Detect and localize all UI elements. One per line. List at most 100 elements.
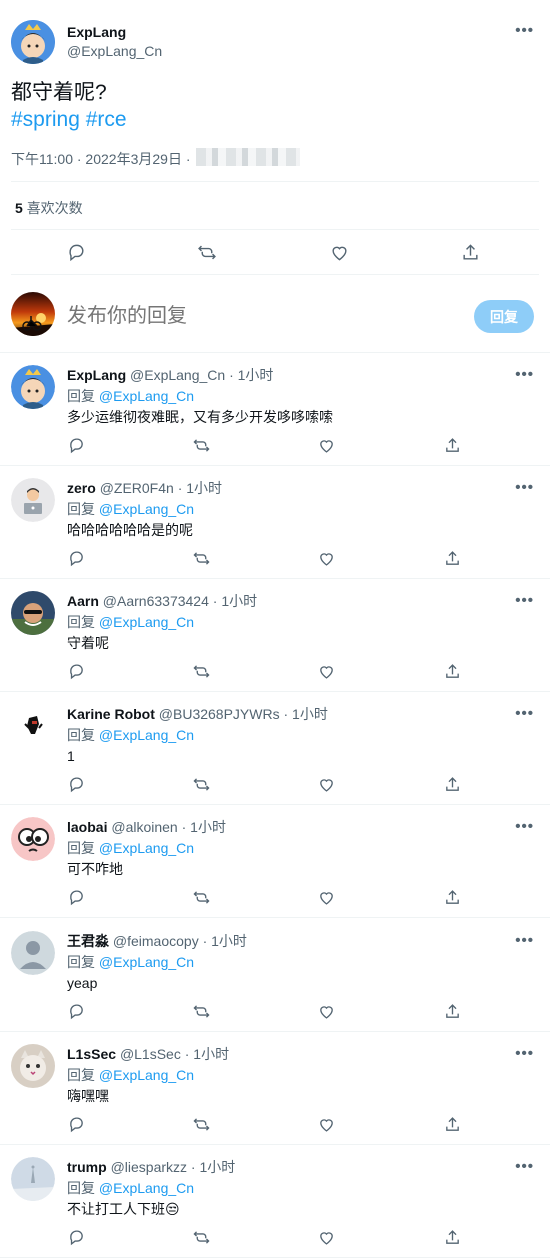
- reply-author-name[interactable]: L1sSec: [67, 1046, 116, 1062]
- author-handle[interactable]: @ExpLang_Cn: [67, 43, 162, 59]
- reply-avatar[interactable]: [11, 478, 55, 522]
- more-options-icon[interactable]: •••: [515, 705, 534, 722]
- reply-author-handle[interactable]: @L1sSec: [120, 1046, 181, 1062]
- reply-icon[interactable]: [66, 242, 86, 262]
- share-icon[interactable]: [442, 548, 462, 568]
- more-options-icon[interactable]: •••: [515, 932, 534, 949]
- more-options-icon[interactable]: •••: [515, 22, 534, 39]
- reply-to-mention[interactable]: @ExpLang_Cn: [99, 1067, 194, 1083]
- hashtag-rce[interactable]: #rce: [86, 108, 127, 131]
- reply-tweet[interactable]: laobai @alkoinen · 1小时 回复 @ExpLang_Cn 可不咋地…: [0, 805, 550, 918]
- more-options-icon[interactable]: •••: [515, 366, 534, 383]
- like-icon[interactable]: [329, 242, 349, 262]
- share-icon[interactable]: [442, 887, 462, 907]
- share-icon[interactable]: [442, 1114, 462, 1134]
- reply-time[interactable]: · 1小时: [191, 1159, 235, 1175]
- share-icon[interactable]: [460, 242, 480, 262]
- reply-to-mention[interactable]: @ExpLang_Cn: [99, 1180, 194, 1196]
- reply-to-mention[interactable]: @ExpLang_Cn: [99, 388, 194, 404]
- reply-avatar[interactable]: [11, 931, 55, 975]
- reply-input[interactable]: [67, 302, 457, 330]
- reply-author-name[interactable]: trump: [67, 1159, 107, 1175]
- reply-time[interactable]: · 1小时: [203, 933, 247, 949]
- reply-button[interactable]: 回复: [474, 300, 534, 333]
- hashtag-spring[interactable]: #spring: [11, 108, 80, 131]
- reply-avatar[interactable]: [11, 704, 55, 748]
- retweet-icon[interactable]: [191, 435, 211, 455]
- likes-stat[interactable]: 5 喜欢次数: [15, 198, 83, 218]
- reply-avatar[interactable]: [11, 591, 55, 635]
- like-icon[interactable]: [316, 1001, 336, 1021]
- share-icon[interactable]: [442, 1227, 462, 1247]
- reply-icon[interactable]: [66, 887, 86, 907]
- reply-to-mention[interactable]: @ExpLang_Cn: [99, 840, 194, 856]
- share-icon[interactable]: [442, 435, 462, 455]
- reply-avatar[interactable]: [11, 365, 55, 409]
- reply-to-mention[interactable]: @ExpLang_Cn: [99, 954, 194, 970]
- reply-avatar[interactable]: [11, 1157, 55, 1201]
- retweet-icon[interactable]: [191, 887, 211, 907]
- reply-icon[interactable]: [66, 1001, 86, 1021]
- retweet-icon[interactable]: [191, 1227, 211, 1247]
- reply-author-handle[interactable]: @liesparkzz: [111, 1159, 187, 1175]
- retweet-icon[interactable]: [191, 548, 211, 568]
- reply-author-name[interactable]: zero: [67, 480, 96, 496]
- reply-author-name[interactable]: ExpLang: [67, 367, 126, 383]
- retweet-icon[interactable]: [191, 1001, 211, 1021]
- reply-to-mention[interactable]: @ExpLang_Cn: [99, 614, 194, 630]
- reply-tweet[interactable]: zero @ZER0F4n · 1小时 回复 @ExpLang_Cn 哈哈哈哈哈哈是…: [0, 466, 550, 579]
- more-options-icon[interactable]: •••: [515, 1158, 534, 1175]
- reply-icon[interactable]: [66, 1227, 86, 1247]
- retweet-icon[interactable]: [191, 661, 211, 681]
- share-icon[interactable]: [442, 1001, 462, 1021]
- like-icon[interactable]: [316, 1114, 336, 1134]
- reply-tweet[interactable]: ExpLang @ExpLang_Cn · 1小时 回复 @ExpLang_Cn 多…: [0, 353, 550, 466]
- reply-time[interactable]: · 1小时: [185, 1046, 229, 1062]
- reply-author-name[interactable]: Karine Robot: [67, 706, 155, 722]
- reply-time[interactable]: · 1小时: [283, 706, 327, 722]
- reply-icon[interactable]: [66, 548, 86, 568]
- reply-author-handle[interactable]: @ZER0F4n: [100, 480, 174, 496]
- reply-author-name[interactable]: 王君淼: [67, 933, 109, 949]
- like-icon[interactable]: [316, 1227, 336, 1247]
- reply-avatar[interactable]: [11, 1044, 55, 1088]
- reply-author-handle[interactable]: @Aarn63373424: [103, 593, 209, 609]
- reply-time[interactable]: · 1小时: [213, 593, 257, 609]
- like-icon[interactable]: [316, 887, 336, 907]
- share-icon[interactable]: [442, 661, 462, 681]
- reply-tweet[interactable]: 王君淼 @feimaocopy · 1小时 回复 @ExpLang_Cn yeap •…: [0, 919, 550, 1032]
- like-icon[interactable]: [316, 548, 336, 568]
- reply-icon[interactable]: [66, 774, 86, 794]
- like-icon[interactable]: [316, 435, 336, 455]
- share-icon[interactable]: [442, 774, 462, 794]
- reply-time[interactable]: · 1小时: [229, 367, 273, 383]
- reply-avatar[interactable]: [11, 817, 55, 861]
- reply-to-mention[interactable]: @ExpLang_Cn: [99, 727, 194, 743]
- like-icon[interactable]: [316, 774, 336, 794]
- reply-author-handle[interactable]: @alkoinen: [111, 819, 177, 835]
- more-options-icon[interactable]: •••: [515, 1045, 534, 1062]
- author-avatar[interactable]: [11, 20, 55, 64]
- reply-tweet[interactable]: trump @liesparkzz · 1小时 回复 @ExpLang_Cn 不让打…: [0, 1145, 550, 1258]
- like-icon[interactable]: [316, 661, 336, 681]
- retweet-icon[interactable]: [197, 242, 217, 262]
- reply-author-handle[interactable]: @BU3268PJYWRs: [159, 706, 280, 722]
- reply-author-handle[interactable]: @feimaocopy: [113, 933, 199, 949]
- author-name[interactable]: ExpLang: [67, 24, 126, 40]
- more-options-icon[interactable]: •••: [515, 592, 534, 609]
- reply-time[interactable]: · 1小时: [178, 480, 222, 496]
- more-options-icon[interactable]: •••: [515, 479, 534, 496]
- reply-tweet[interactable]: Aarn @Aarn63373424 · 1小时 回复 @ExpLang_Cn 守着…: [0, 579, 550, 692]
- reply-author-name[interactable]: laobai: [67, 819, 107, 835]
- reply-author-name[interactable]: Aarn: [67, 593, 99, 609]
- more-options-icon[interactable]: •••: [515, 818, 534, 835]
- retweet-icon[interactable]: [191, 1114, 211, 1134]
- reply-tweet[interactable]: Karine Robot @BU3268PJYWRs · 1小时 回复 @ExpL…: [0, 692, 550, 805]
- retweet-icon[interactable]: [191, 774, 211, 794]
- tweet-timestamp[interactable]: 下午11:00 · 2022年3月29日 ·: [11, 149, 191, 169]
- reply-icon[interactable]: [66, 661, 86, 681]
- reply-author-handle[interactable]: @ExpLang_Cn: [130, 367, 225, 383]
- reply-icon[interactable]: [66, 1114, 86, 1134]
- user-avatar[interactable]: [11, 292, 55, 336]
- reply-to-mention[interactable]: @ExpLang_Cn: [99, 501, 194, 517]
